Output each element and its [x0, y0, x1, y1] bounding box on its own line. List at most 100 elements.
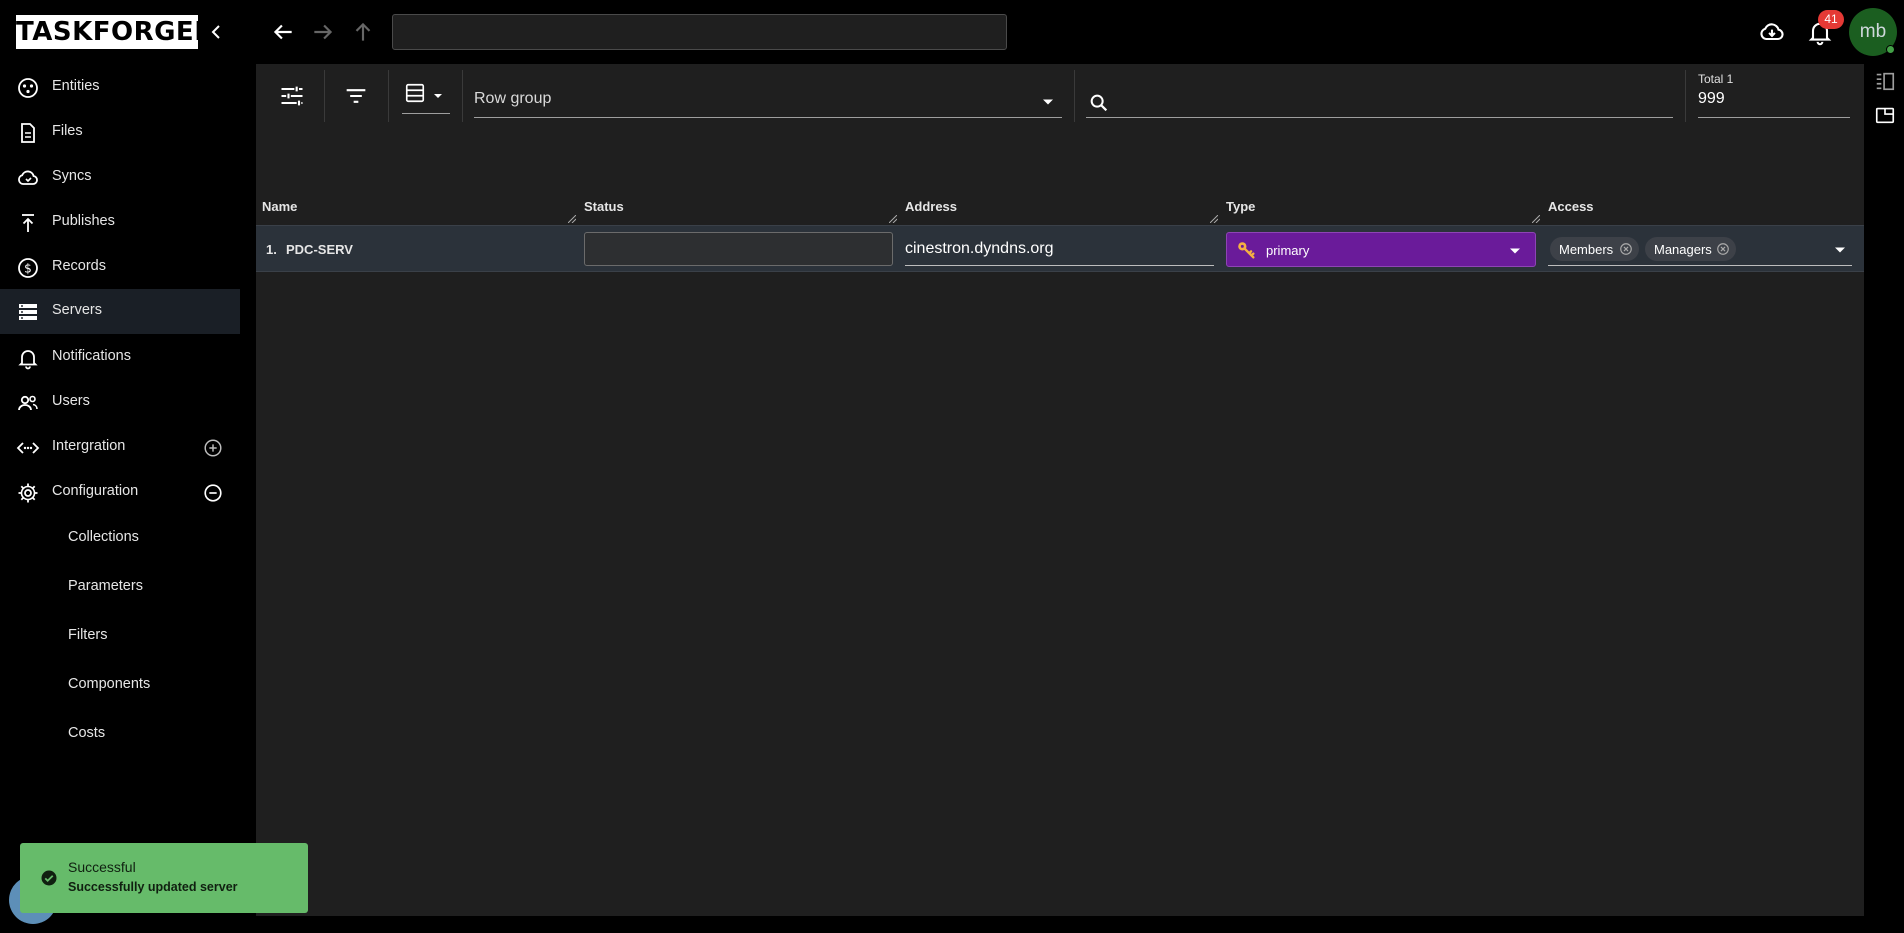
total-field[interactable]: Total 1 999: [1698, 70, 1850, 118]
close-circle-icon[interactable]: [1716, 242, 1730, 256]
sidebar-item-label: Entities: [52, 78, 100, 94]
row-group-select[interactable]: Row group: [474, 84, 1062, 118]
sidebar-subitem-label: Costs: [68, 725, 106, 741]
path-input[interactable]: [392, 14, 1007, 50]
sidebar-item-label: Intergration: [52, 438, 126, 454]
servers-icon: [19, 304, 37, 320]
sidebar-item-label: Servers: [52, 302, 102, 318]
files-icon: [21, 123, 35, 143]
sidebar-item-label: Users: [52, 393, 90, 409]
entities-icon: [18, 78, 38, 98]
row-group-label: Row group: [474, 90, 552, 107]
access-chip[interactable]: Members: [1550, 237, 1639, 261]
sidebar-subitem-label: Parameters: [68, 578, 143, 594]
toolbar-divider: [388, 70, 389, 122]
arrow-right-icon: [314, 24, 333, 40]
add-circle-icon[interactable]: [202, 437, 224, 459]
notification-count-badge: 41: [1818, 10, 1844, 29]
access-multiselect[interactable]: Members Managers: [1548, 232, 1852, 266]
remove-circle-icon[interactable]: [202, 482, 224, 504]
sidebar-subitem-collections[interactable]: Collections: [0, 515, 240, 560]
sidebar-item-users[interactable]: Users: [0, 380, 240, 425]
grid-header: Name Status Address Type Access: [256, 128, 1864, 226]
column-header-type[interactable]: Type: [1226, 199, 1255, 214]
dollar-icon: $: [18, 258, 38, 278]
sidebar-item-configuration[interactable]: Configuration: [0, 470, 240, 515]
toolbar-divider: [462, 70, 463, 122]
cloud-sync-icon: [18, 170, 38, 185]
filter-button[interactable]: [342, 82, 370, 110]
sidebar-item-notifications[interactable]: Notifications: [0, 335, 240, 380]
collapse-sidebar-button[interactable]: [204, 20, 228, 44]
caret-down-icon: [1043, 99, 1053, 105]
column-header-access[interactable]: Access: [1548, 199, 1594, 214]
total-label: Total 1: [1698, 72, 1734, 86]
forward-button[interactable]: [310, 19, 336, 45]
column-header-address[interactable]: Address: [905, 199, 957, 214]
table-row[interactable]: 1. PDC-SERV primary Members Managers: [256, 225, 1864, 272]
total-value: 999: [1698, 90, 1725, 107]
toast-title: Successful: [68, 859, 136, 875]
row-index: 1.: [266, 242, 277, 257]
row-name-cell: PDC-SERV: [286, 242, 353, 257]
column-resize-handle[interactable]: [1532, 215, 1540, 223]
status-input[interactable]: [584, 232, 893, 266]
sidebar-subitem-label: Collections: [68, 529, 139, 545]
sidebar-item-label: Configuration: [52, 483, 139, 499]
access-chip-label: Managers: [1654, 242, 1712, 257]
window-icon[interactable]: [1874, 104, 1896, 126]
column-resize-handle[interactable]: [568, 215, 576, 223]
panel-list-icon[interactable]: [1874, 70, 1896, 92]
sidebar-item-syncs[interactable]: Syncs: [0, 155, 240, 200]
bell-icon: [18, 350, 38, 370]
view-mode-select[interactable]: [402, 78, 450, 114]
integration-icon: [16, 442, 40, 454]
toolbar-divider: [1074, 70, 1075, 122]
access-chip[interactable]: Managers: [1645, 237, 1736, 261]
sidebar-subitem-label: Components: [68, 676, 151, 692]
success-toast[interactable]: Successful Successfully updated server: [20, 843, 308, 913]
sidebar-subitem-filters[interactable]: Filters: [0, 613, 240, 658]
type-select[interactable]: primary: [1226, 232, 1536, 267]
column-resize-handle[interactable]: [1210, 215, 1218, 223]
top-bar: TASKFORGER 41 mb: [0, 0, 1904, 64]
sidebar-item-files[interactable]: Files: [0, 110, 240, 155]
toolbar-divider: [324, 70, 325, 122]
sidebar-item-label: Files: [52, 123, 83, 139]
sidebar-subitem-components[interactable]: Components: [0, 662, 240, 707]
column-resize-handle[interactable]: [889, 215, 897, 223]
publish-icon: [22, 214, 34, 232]
filter-icon: [346, 89, 366, 103]
sidebar-item-label: Syncs: [52, 168, 92, 184]
sidebar-item-label: Notifications: [52, 348, 131, 364]
online-status-dot: [1886, 45, 1895, 54]
sidebar-item-integration[interactable]: Intergration: [0, 425, 240, 470]
caret-down-icon: [434, 94, 442, 98]
back-button[interactable]: [270, 19, 296, 45]
sidebar-subitem-costs[interactable]: Costs: [0, 711, 240, 756]
tune-icon: [281, 86, 303, 106]
column-settings-button[interactable]: [278, 82, 306, 110]
close-circle-icon[interactable]: [1619, 242, 1633, 256]
search-input[interactable]: [1116, 86, 1666, 116]
sidebar-item-records[interactable]: $ Records: [0, 245, 240, 290]
app-logo: TASKFORGER: [16, 15, 215, 49]
caret-down-icon: [1835, 247, 1845, 253]
grid-toolbar: Row group Total 1 999: [256, 64, 1864, 128]
access-chip-label: Members: [1559, 242, 1614, 257]
toast-message: Successfully updated server: [68, 880, 238, 894]
sidebar-item-servers[interactable]: Servers: [0, 289, 240, 334]
sidebar-item-entities[interactable]: Entities: [0, 65, 240, 110]
column-header-name[interactable]: Name: [262, 199, 297, 214]
arrow-up-icon: [355, 22, 371, 41]
up-button[interactable]: [350, 19, 376, 45]
sidebar-item-label: Publishes: [52, 213, 115, 229]
sidebar-subitem-parameters[interactable]: Parameters: [0, 564, 240, 609]
cloud-download-button[interactable]: [1758, 18, 1786, 46]
column-header-status[interactable]: Status: [584, 199, 624, 214]
sidebar-item-publishes[interactable]: Publishes: [0, 200, 240, 245]
arrow-left-icon: [273, 24, 292, 40]
table-view-icon: [405, 83, 425, 103]
toolbar-divider: [1685, 70, 1686, 122]
address-input[interactable]: [905, 232, 1214, 266]
